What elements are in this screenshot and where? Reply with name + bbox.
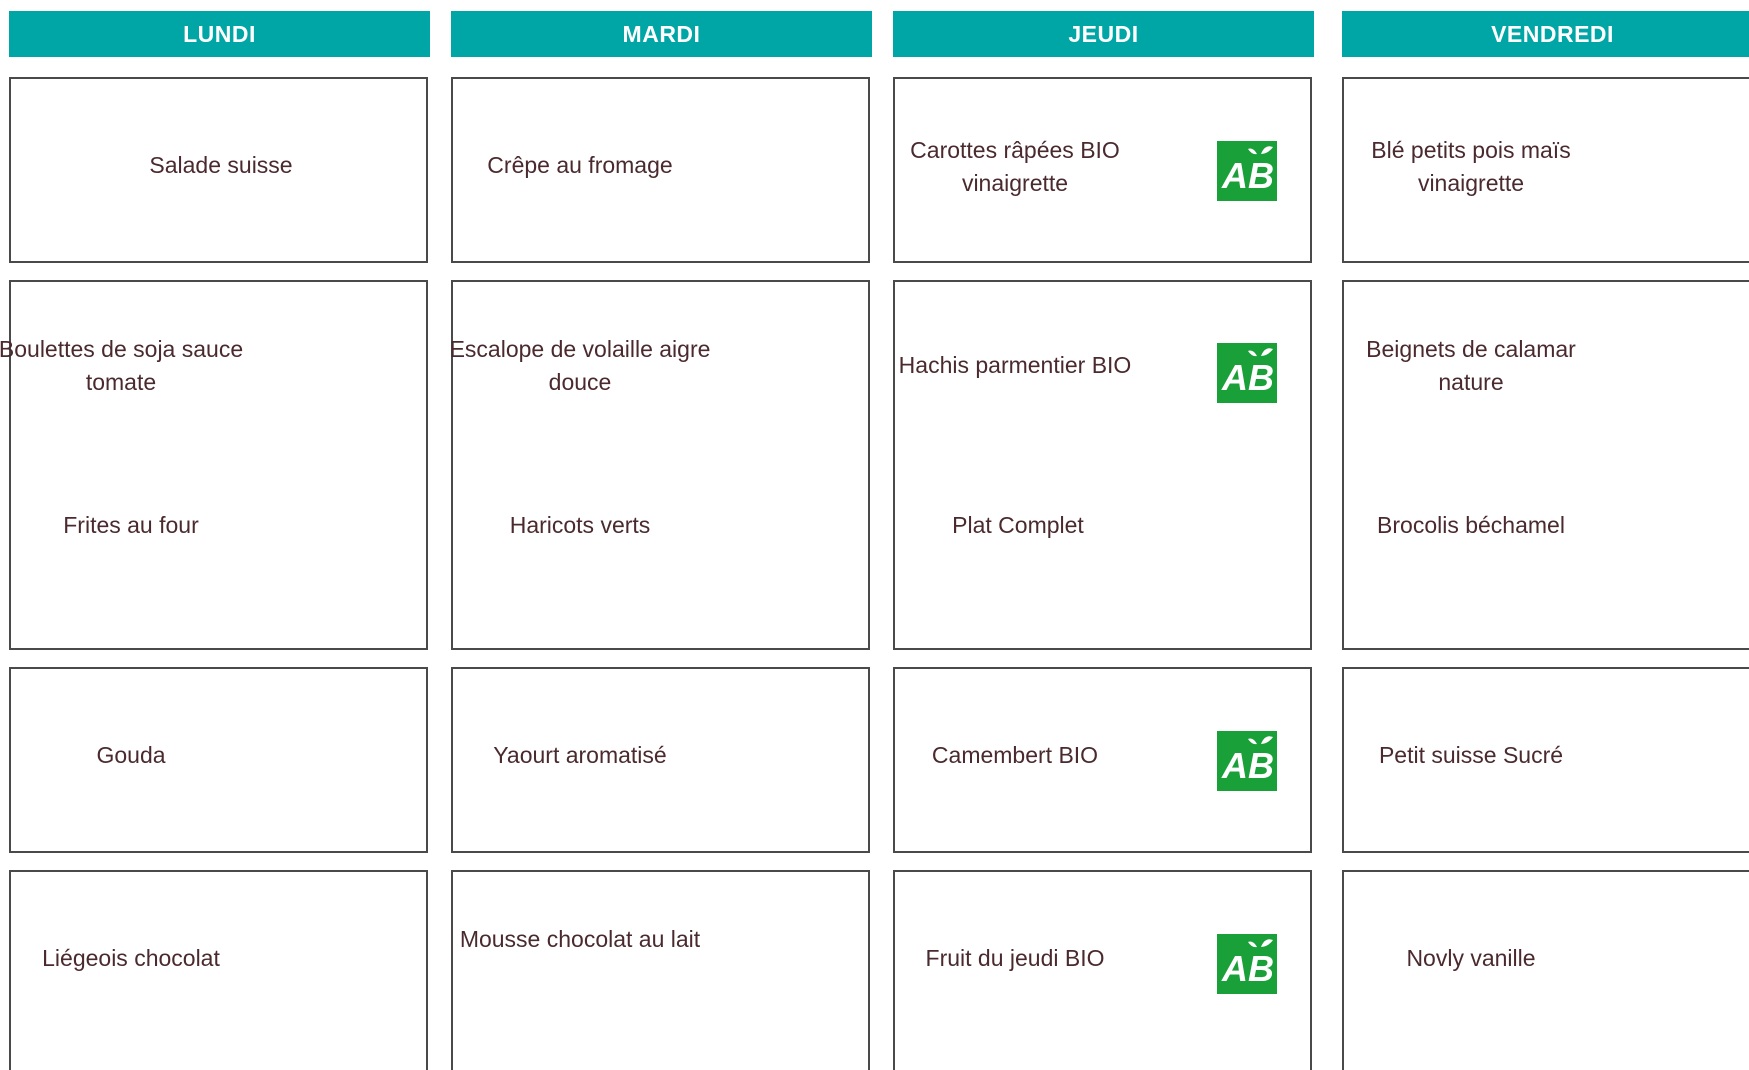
entree-cell: Blé petits pois maïs vinaigrette xyxy=(1342,77,1749,263)
day-header: LUNDI xyxy=(9,11,430,57)
entree-cell: Carottes râpées BIO vinaigrette AB xyxy=(893,77,1312,263)
organic-ab-logo-icon: AB xyxy=(1217,141,1277,201)
organic-ab-logo-icon: AB xyxy=(1217,343,1277,403)
day-column-jeudi: JEUDI Carottes râpées BIO vinaigrette AB… xyxy=(893,11,1314,1070)
plat-text: Beignets de calamar nature xyxy=(1366,336,1576,395)
dessert-cell: Novly vanille xyxy=(1342,870,1749,1070)
laitage-text: Yaourt aromatisé xyxy=(493,742,667,768)
accompagnement-text: Brocolis béchamel xyxy=(1377,512,1565,538)
dessert-cell: Fruit du jeudi BIO AB xyxy=(893,870,1312,1070)
plat-cell: Beignets de calamar nature Brocolis béch… xyxy=(1342,280,1749,650)
laitage-text: Gouda xyxy=(96,742,166,768)
plat-cell: Boulettes de soja sauce tomate Frites au… xyxy=(0,280,428,650)
plat-text: Boulettes de soja sauce tomate xyxy=(0,336,244,395)
laitage-cell: Gouda xyxy=(9,667,428,853)
plat-cell: Escalope de volaille aigre douce Haricot… xyxy=(450,280,870,650)
laitage-text: Petit suisse Sucré xyxy=(1378,742,1564,768)
day-header: JEUDI xyxy=(893,11,1314,57)
entree-text: Blé petits pois maïs vinaigrette xyxy=(1371,137,1571,196)
day-header: VENDREDI xyxy=(1342,11,1749,57)
day-header: MARDI xyxy=(451,11,872,57)
laitage-cell: Petit suisse Sucré xyxy=(1342,667,1749,853)
laitage-cell: Yaourt aromatisé xyxy=(451,667,870,853)
svg-text:AB: AB xyxy=(1221,155,1274,196)
day-column-lundi: LUNDI Salade suisse Boulettes de soja sa… xyxy=(0,11,430,1070)
svg-text:AB: AB xyxy=(1221,745,1274,786)
accompagnement-text: Frites au four xyxy=(63,512,199,538)
plat-text: Escalope de volaille aigre douce xyxy=(449,336,711,395)
svg-text:AB: AB xyxy=(1221,948,1274,989)
svg-text:AB: AB xyxy=(1221,357,1274,398)
dessert-text: Liégeois chocolat xyxy=(42,945,220,971)
entree-cell: Salade suisse xyxy=(9,77,428,263)
dessert-text: Novly vanille xyxy=(1406,945,1536,971)
organic-ab-logo-icon: AB xyxy=(1217,934,1277,994)
dessert-cell: Liégeois chocolat xyxy=(9,870,428,1070)
entree-text: Crêpe au fromage xyxy=(487,152,673,178)
day-column-vendredi: VENDREDI Blé petits pois maïs vinaigrett… xyxy=(1342,11,1749,1070)
accompagnement-text: Plat Complet xyxy=(952,512,1084,538)
organic-ab-logo-icon: AB xyxy=(1217,731,1277,791)
entree-cell: Crêpe au fromage xyxy=(451,77,870,263)
entree-text: Salade suisse xyxy=(149,152,293,178)
dessert-text: Mousse chocolat au lait xyxy=(459,926,701,952)
dessert-cell: Mousse chocolat au lait xyxy=(451,870,870,1070)
plat-cell: Hachis parmentier BIO AB Plat Complet xyxy=(893,280,1312,650)
entree-text: Carottes râpées BIO vinaigrette xyxy=(910,137,1120,196)
accompagnement-text: Haricots verts xyxy=(509,512,651,538)
dessert-text: Fruit du jeudi BIO xyxy=(925,945,1105,971)
laitage-cell: Camembert BIO AB xyxy=(893,667,1312,853)
day-column-mardi: MARDI Crêpe au fromage Escalope de volai… xyxy=(450,11,872,1070)
laitage-text: Camembert BIO xyxy=(931,742,1099,768)
plat-text: Hachis parmentier BIO xyxy=(898,352,1132,378)
